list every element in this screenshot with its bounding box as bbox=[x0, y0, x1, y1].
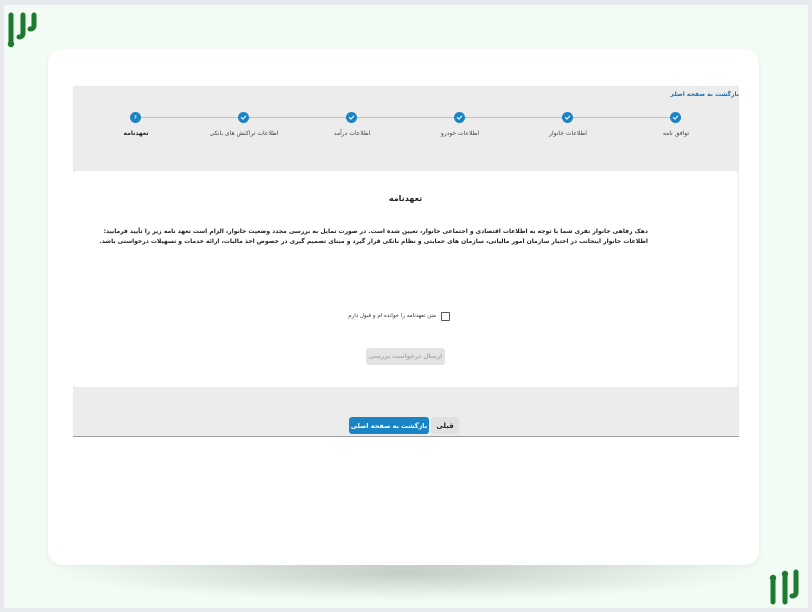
step-2-check-icon bbox=[562, 112, 573, 123]
previous-button[interactable]: قبلی bbox=[431, 417, 459, 434]
step-label-pledge: تعهدنامه bbox=[123, 130, 149, 137]
pledge-text-line-2: اطلاعات خانوار اینجانب در اختیار سازمان … bbox=[99, 238, 648, 245]
pledge-text-line-1: دهک رفاهی خانوار نفری شما با توجه به اطل… bbox=[103, 228, 648, 235]
pledge-title: تعهدنامه bbox=[388, 194, 423, 203]
accept-pledge-label[interactable]: متن تعهدنامه را خوانده ام و قبول دارم bbox=[348, 313, 436, 319]
step-label-income: اطلاعات درآمد bbox=[333, 130, 371, 137]
back-home-link[interactable]: بازگشت به صفحه اصلی bbox=[670, 91, 739, 98]
step-label-household: اطلاعات خانوار bbox=[549, 130, 587, 137]
brand-logo bbox=[7, 12, 37, 48]
step-6-number: ۶ bbox=[130, 112, 141, 123]
accept-pledge-row[interactable]: متن تعهدنامه را خوانده ام و قبول دارم bbox=[340, 311, 450, 321]
step-label-vehicle: اطلاعات خودرو bbox=[440, 130, 480, 137]
step-5-check-icon bbox=[238, 112, 249, 123]
stepper-track bbox=[136, 117, 676, 118]
submit-review-button[interactable]: ارسال درخواست بررسی bbox=[366, 348, 445, 365]
step-label-agreement: توافق نامه bbox=[662, 130, 690, 137]
pledge-text: دهک رفاهی خانوار نفری شما با توجه به اطل… bbox=[99, 227, 648, 247]
step-4-check-icon bbox=[346, 112, 357, 123]
accept-pledge-checkbox[interactable] bbox=[441, 311, 450, 321]
step-3-check-icon bbox=[454, 112, 465, 123]
back-to-home-button[interactable]: بازگشت به صفحه اصلی bbox=[349, 417, 429, 434]
brand-logo bbox=[769, 569, 799, 605]
step-1-check-icon bbox=[670, 112, 681, 123]
step-label-bank-transactions: اطلاعات تراکنش های بانکی bbox=[209, 130, 279, 137]
